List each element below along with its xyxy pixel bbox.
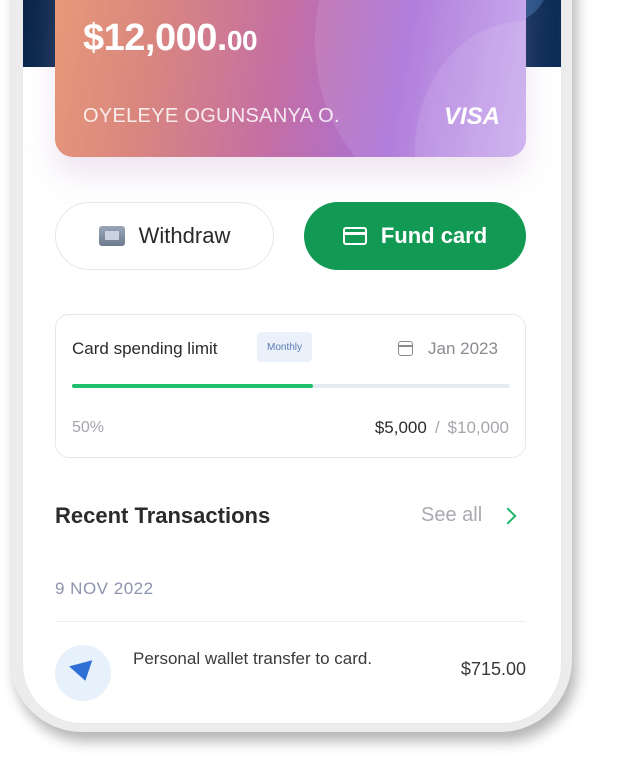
fund-card-button-label: Fund card	[380, 223, 488, 248]
transaction-row[interactable]: Personal wallet transfer to card. $715.0…	[55, 637, 526, 707]
amount-separator: /	[434, 418, 440, 437]
card-brand-logo: VISA	[443, 103, 500, 130]
withdraw-icon	[98, 226, 125, 246]
virtual-card[interactable]: $12,000.00 OYELEYE OGUNSANYA O. VISA	[55, 0, 526, 157]
fund-card-button[interactable]: Fund card	[304, 202, 526, 270]
spending-amounts: $5,000 / $10,000	[375, 418, 509, 438]
spending-limit-title: Card spending limit	[72, 339, 218, 358]
spending-progress-fill	[72, 384, 313, 388]
chevron-right-icon	[499, 507, 517, 524]
send-icon	[69, 660, 97, 684]
calendar-icon	[398, 341, 413, 356]
transaction-amount: $715.00	[460, 659, 526, 679]
spending-limit-panel: Card spending limit Monthly Jan 2023 50%…	[55, 314, 526, 458]
transaction-description: Personal wallet transfer to card.	[133, 649, 373, 668]
card-balance-main: $12,000.	[83, 17, 227, 59]
spending-limit-date[interactable]: Jan 2023	[428, 339, 498, 359]
withdraw-button[interactable]: Withdraw	[55, 202, 274, 270]
card-icon	[342, 227, 367, 245]
card-balance-cents: 00	[226, 25, 258, 56]
phone-screen: $12,000.00 OYELEYE OGUNSANYA O. VISA Wit…	[22, 0, 562, 724]
see-all-label: See all	[421, 504, 483, 526]
divider	[55, 621, 526, 622]
transaction-icon-badge	[55, 645, 111, 701]
withdraw-button-label: Withdraw	[138, 223, 231, 248]
spending-percent: 50%	[72, 419, 105, 436]
see-all-link[interactable]: See all	[421, 504, 517, 527]
period-badge: Monthly	[257, 332, 313, 362]
transaction-date-group: 9 NOV 2022	[55, 579, 154, 598]
spent-amount: $5,000	[374, 418, 427, 437]
limit-amount: $10,000	[447, 418, 509, 437]
card-balance: $12,000.00	[83, 17, 258, 60]
card-holder-name: OYELEYE OGUNSANYA O.	[83, 105, 340, 127]
recent-transactions-title: Recent Transactions	[55, 503, 271, 528]
spending-progress-track	[72, 384, 510, 388]
